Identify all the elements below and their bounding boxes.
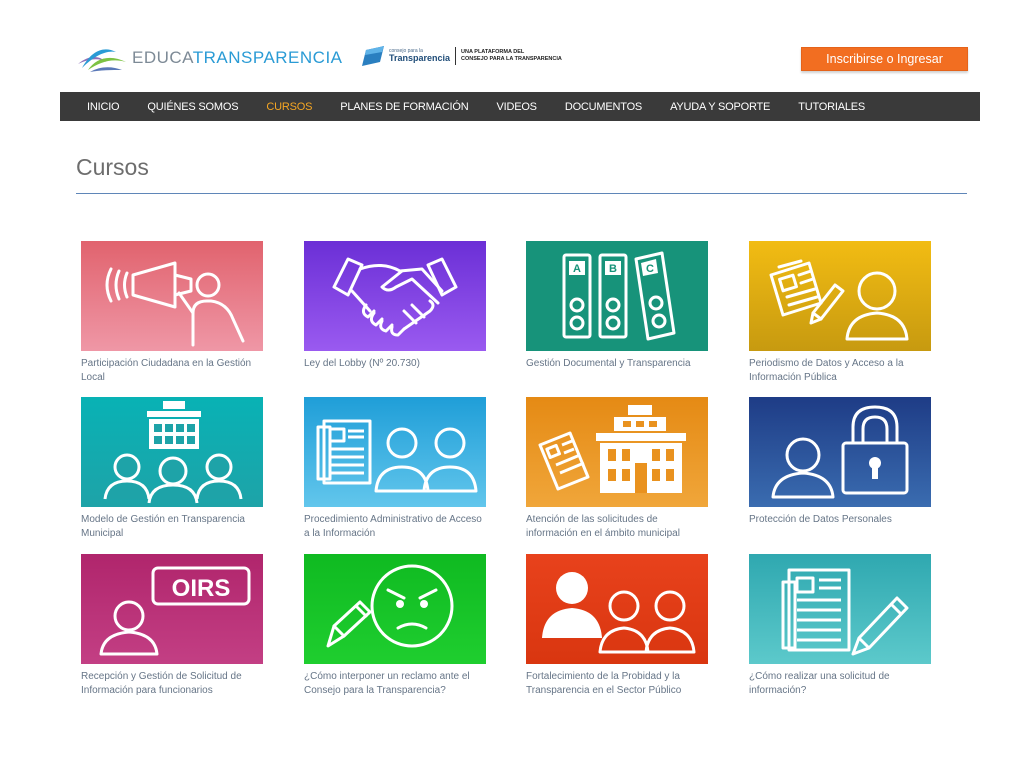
partner-name: consejo para la Transparencia [389, 49, 450, 63]
course-thumbnail[interactable] [526, 397, 708, 507]
nav-item-cursos[interactable]: CURSOS [266, 101, 312, 113]
course-card-como-interponer-reclamo[interactable]: ¿Cómo interponer un reclamo ante el Cons… [304, 554, 486, 698]
partner-tag-line-1: UNA PLATAFORMA DEL [461, 49, 525, 56]
nav-item-planes-de-formacion[interactable]: PLANES DE FORMACIÓN [340, 101, 468, 113]
course-card-participacion[interactable]: Participación Ciudadana en la Gestión Lo… [81, 241, 263, 385]
page-title: Cursos [76, 154, 149, 180]
course-card-procedimiento-administrativo[interactable]: Procedimiento Administrativo de Acceso a… [304, 397, 486, 541]
binder-label-c: C [646, 263, 654, 275]
logo-wordmark: EDUCATRANSPARENCIA [132, 48, 343, 67]
course-card-periodismo-de-datos[interactable]: Periodismo de Datos y Acceso a la Inform… [749, 241, 931, 385]
partner-divider [455, 47, 457, 65]
document-people-icon [304, 397, 486, 507]
nav-item-inicio[interactable]: INICIO [87, 101, 120, 113]
oirs-sign-text: OIRS [172, 575, 231, 602]
course-title[interactable]: Fortalecimiento de la Probidad y la Tran… [526, 670, 712, 698]
course-card-modelo-de-gestion[interactable]: Modelo de Gestión en Transparencia Munic… [81, 397, 263, 541]
document-pencil-icon [749, 554, 931, 664]
course-title[interactable]: Recepción y Gestión de Solicitud de Info… [81, 670, 267, 698]
educatransparencia-logo[interactable]: EDUCATRANSPARENCIA [76, 40, 343, 76]
course-thumbnail[interactable] [81, 397, 263, 507]
course-card-fortalecimiento-probidad[interactable]: Fortalecimiento de la Probidad y la Tran… [526, 554, 708, 698]
nav-item-ayuda-y-soporte[interactable]: AYUDA Y SOPORTE [670, 101, 770, 113]
person-padlock-icon [749, 397, 931, 507]
main-navbar: INICIO QUIÉNES SOMOS CURSOS PLANES DE FO… [60, 92, 980, 121]
handshake-icon [304, 241, 486, 351]
course-title[interactable]: ¿Cómo realizar una solicitud de informac… [749, 670, 935, 698]
book-logo-icon [78, 49, 126, 72]
consejo-logo-icon [362, 46, 384, 66]
course-card-gestion-documental[interactable]: A B C Gestión Documental y Transparencia [526, 241, 708, 371]
course-title[interactable]: Gestión Documental y Transparencia [526, 357, 712, 371]
course-card-ley-del-lobby[interactable]: Ley del Lobby (Nº 20.730) [304, 241, 486, 371]
course-thumbnail[interactable]: A B C [526, 241, 708, 351]
course-card-proteccion-de-datos[interactable]: Protección de Datos Personales [749, 397, 931, 527]
course-thumbnail[interactable] [526, 554, 708, 664]
course-title[interactable]: Atención de las solicitudes de informaci… [526, 513, 712, 541]
binders-icon: A B C [526, 241, 708, 351]
megaphone-person-icon [81, 241, 263, 351]
course-title[interactable]: Protección de Datos Personales [749, 513, 935, 527]
angry-face-pencil-icon [304, 554, 486, 664]
partner-big-text: Transparencia [389, 53, 451, 63]
building-people-icon [81, 397, 263, 507]
course-title[interactable]: ¿Cómo interponer un reclamo ante el Cons… [304, 670, 490, 698]
course-title[interactable]: Procedimiento Administrativo de Acceso a… [304, 513, 490, 541]
course-thumbnail[interactable] [304, 241, 486, 351]
course-thumbnail[interactable] [749, 554, 931, 664]
partner-tag-line-2: CONSEJO PARA LA TRANSPARENCIA [461, 56, 562, 62]
newspaper-building-icon [526, 397, 708, 507]
course-thumbnail[interactable] [304, 397, 486, 507]
partner-tagline: UNA PLATAFORMA DEL CONSEJO PARA LA TRANS… [461, 49, 562, 63]
newspaper-person-icon [749, 241, 931, 351]
login-button[interactable]: Inscribirse o Ingresar [801, 47, 968, 71]
course-title[interactable]: Participación Ciudadana en la Gestión Lo… [81, 357, 267, 385]
course-title[interactable]: Modelo de Gestión en Transparencia Munic… [81, 513, 267, 541]
course-thumbnail[interactable]: OIRS [81, 554, 263, 664]
consejo-transparencia-logo[interactable]: consejo para la Transparencia UNA PLATAF… [360, 44, 562, 68]
nav-item-tutoriales[interactable]: TUTORIALES [798, 101, 865, 113]
course-thumbnail[interactable] [304, 554, 486, 664]
site-header: EDUCATRANSPARENCIA consejo para la Trans… [0, 0, 1024, 92]
course-title[interactable]: Ley del Lobby (Nº 20.730) [304, 357, 490, 371]
course-card-como-realizar-solicitud[interactable]: ¿Cómo realizar una solicitud de informac… [749, 554, 931, 698]
course-thumbnail[interactable] [749, 397, 931, 507]
binder-label-b: B [609, 263, 617, 275]
course-thumbnail[interactable] [81, 241, 263, 351]
nav-item-quienes-somos[interactable]: QUIÉNES SOMOS [147, 101, 238, 113]
course-card-atencion-solicitudes[interactable]: Atención de las solicitudes de informaci… [526, 397, 708, 541]
three-people-icon [526, 554, 708, 664]
nav-item-documentos[interactable]: DOCUMENTOS [565, 101, 642, 113]
binder-label-a: A [573, 263, 581, 275]
title-divider [76, 193, 967, 194]
oirs-person-icon: OIRS [81, 554, 263, 664]
course-title[interactable]: Periodismo de Datos y Acceso a la Inform… [749, 357, 935, 385]
course-card-recepcion-y-gestion[interactable]: OIRS Recepción y Gestión de Solicitud de… [81, 554, 263, 698]
course-thumbnail[interactable] [749, 241, 931, 351]
nav-item-videos[interactable]: VIDEOS [496, 101, 537, 113]
